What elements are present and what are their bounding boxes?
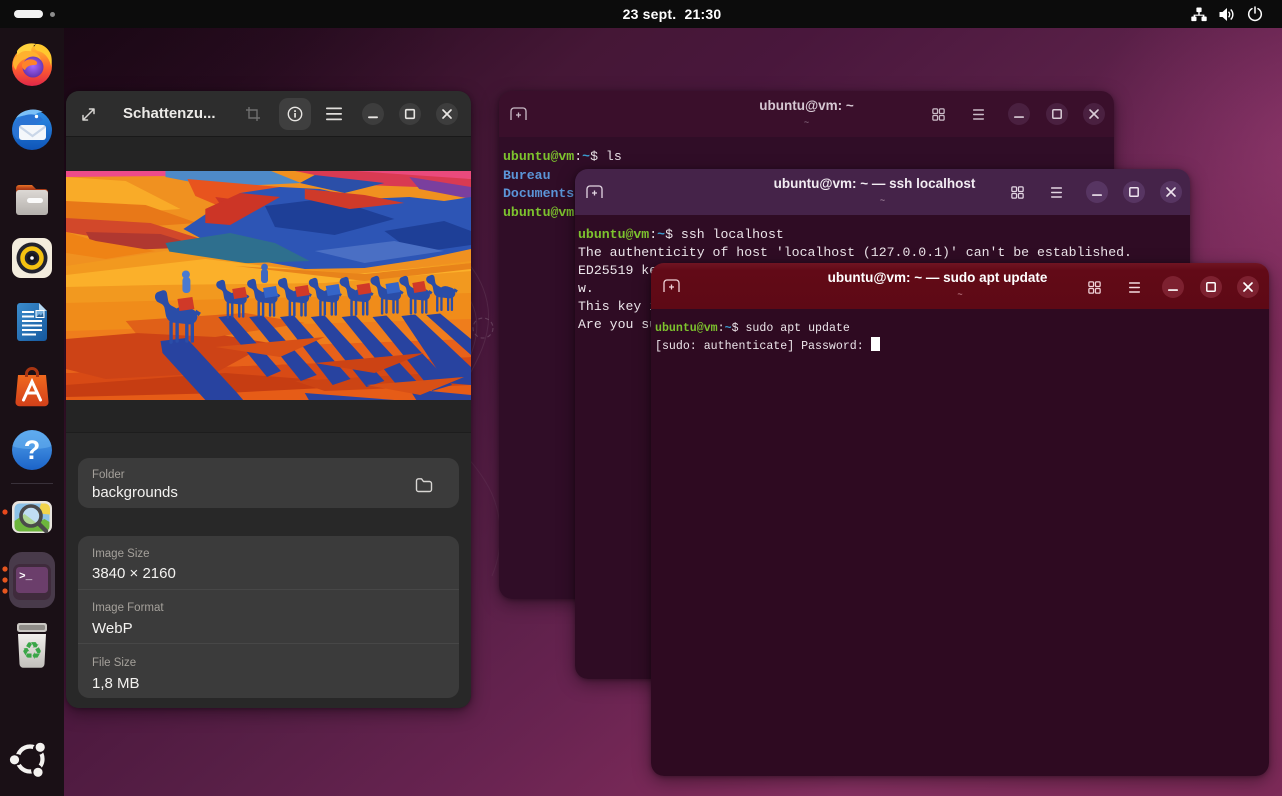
svg-text:>_: >_ bbox=[19, 571, 33, 583]
svg-text:♻: ♻ bbox=[21, 638, 43, 665]
svg-text:?: ? bbox=[24, 435, 41, 465]
